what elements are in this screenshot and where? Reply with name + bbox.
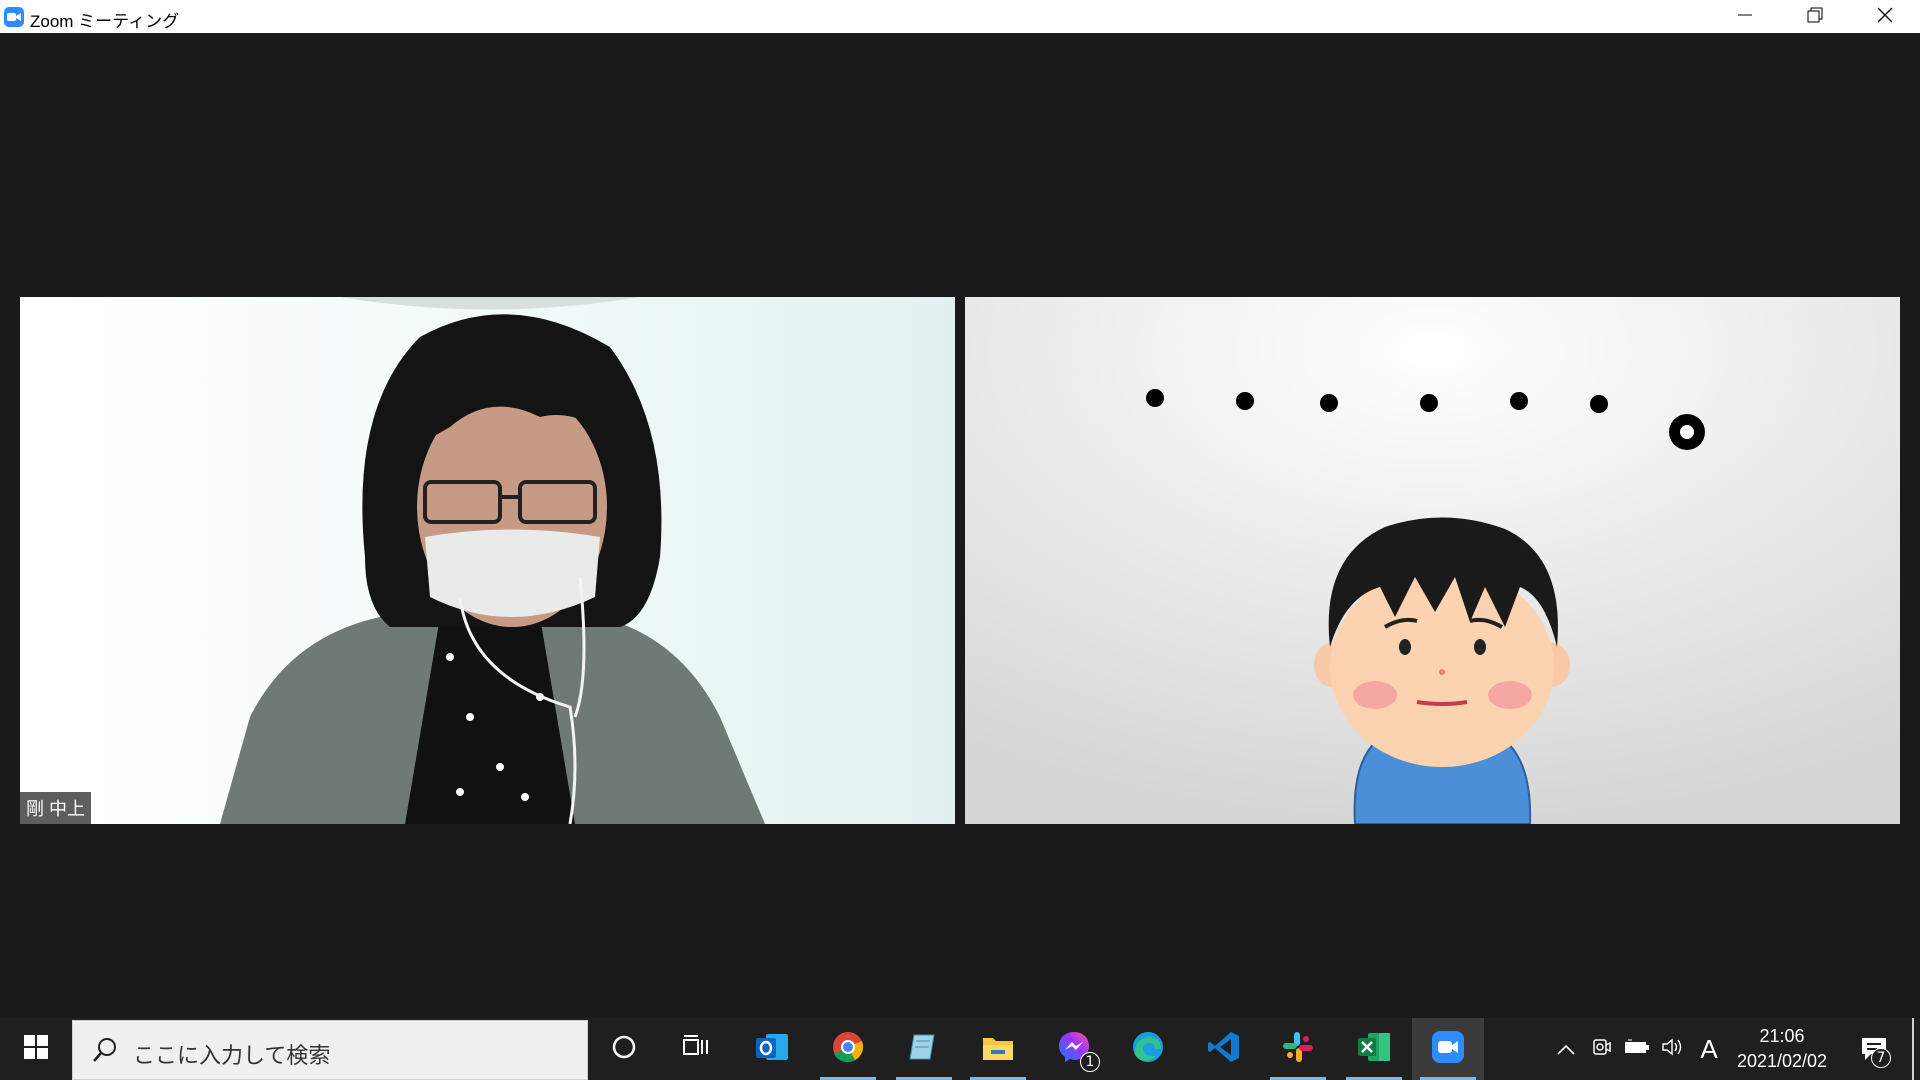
zoom-taskbar-button[interactable] xyxy=(1412,1018,1484,1080)
illustration-video-feed xyxy=(965,297,1900,824)
cortana-button[interactable] xyxy=(588,1018,660,1080)
slack-icon xyxy=(1281,1030,1315,1068)
clock-time: 21:06 xyxy=(1759,1026,1805,1046)
outlook-icon xyxy=(754,1030,790,1068)
window-title: Zoom ミーティング xyxy=(30,12,180,31)
speaker-icon xyxy=(1661,1037,1685,1061)
participant-video-tile-2[interactable] xyxy=(965,297,1900,824)
volume-tray-button[interactable] xyxy=(1656,1018,1690,1080)
meet-now-tray-button[interactable] xyxy=(1586,1018,1616,1080)
minimize-button[interactable] xyxy=(1710,0,1780,33)
camera-video-feed xyxy=(20,297,955,824)
close-icon xyxy=(1877,7,1893,27)
notepad-icon xyxy=(908,1031,940,1067)
notepad-button[interactable] xyxy=(888,1018,960,1080)
close-button[interactable] xyxy=(1850,0,1920,33)
camera-tray-icon xyxy=(1590,1037,1612,1061)
excel-button[interactable] xyxy=(1338,1018,1410,1080)
vscode-button[interactable] xyxy=(1188,1018,1260,1080)
show-desktop-button[interactable] xyxy=(1912,1018,1914,1080)
chevron-up-icon xyxy=(1557,1040,1575,1059)
notification-icon: 7 xyxy=(1859,1034,1891,1068)
task-view-button[interactable] xyxy=(660,1018,732,1080)
vscode-icon xyxy=(1207,1030,1241,1068)
excel-icon xyxy=(1356,1030,1392,1068)
search-icon xyxy=(91,1036,119,1068)
battery-tray-button[interactable] xyxy=(1620,1018,1654,1080)
task-view-icon xyxy=(682,1034,710,1064)
edge-icon xyxy=(1131,1030,1165,1068)
restore-button[interactable] xyxy=(1780,0,1850,33)
windows-logo-icon xyxy=(24,1035,48,1063)
windows-taskbar: ここに入力して検索 1 A 21:06 2021/02/02 7 xyxy=(0,1018,1920,1080)
messenger-badge: 1 xyxy=(1080,1052,1100,1072)
restore-icon xyxy=(1807,7,1823,27)
outlook-button[interactable] xyxy=(736,1018,808,1080)
notification-count-badge: 7 xyxy=(1871,1048,1891,1068)
file-explorer-button[interactable] xyxy=(962,1018,1034,1080)
participant-name-tag: 剛 中上 xyxy=(20,792,92,824)
battery-icon xyxy=(1624,1039,1650,1059)
action-center-button[interactable]: 7 xyxy=(1852,1018,1896,1080)
zoom-icon xyxy=(1431,1030,1465,1068)
clock-date: 2021/02/02 xyxy=(1736,1051,1828,1071)
zoom-camera-icon xyxy=(4,7,24,27)
messenger-button[interactable]: 1 xyxy=(1038,1018,1110,1080)
participant-video-tile[interactable]: 剛 中上 xyxy=(20,297,955,824)
minimize-icon xyxy=(1738,7,1752,26)
ime-indicator[interactable]: A xyxy=(1694,1018,1724,1080)
taskbar-search-box[interactable]: ここに入力して検索 xyxy=(72,1020,588,1080)
search-placeholder: ここに入力して検索 xyxy=(133,1044,331,1069)
window-titlebar: Zoom ミーティング xyxy=(0,0,1920,33)
edge-button[interactable] xyxy=(1112,1018,1184,1080)
cortana-icon xyxy=(611,1034,637,1064)
taskbar-clock[interactable]: 21:06 2021/02/02 xyxy=(1722,1024,1842,1074)
slack-button[interactable] xyxy=(1262,1018,1334,1080)
file-explorer-icon xyxy=(981,1032,1015,1066)
start-button[interactable] xyxy=(0,1018,72,1080)
chrome-icon xyxy=(831,1030,865,1068)
show-hidden-icons-button[interactable] xyxy=(1550,1018,1582,1080)
chrome-button[interactable] xyxy=(812,1018,884,1080)
meeting-stage: 剛 中上 xyxy=(0,33,1920,1018)
